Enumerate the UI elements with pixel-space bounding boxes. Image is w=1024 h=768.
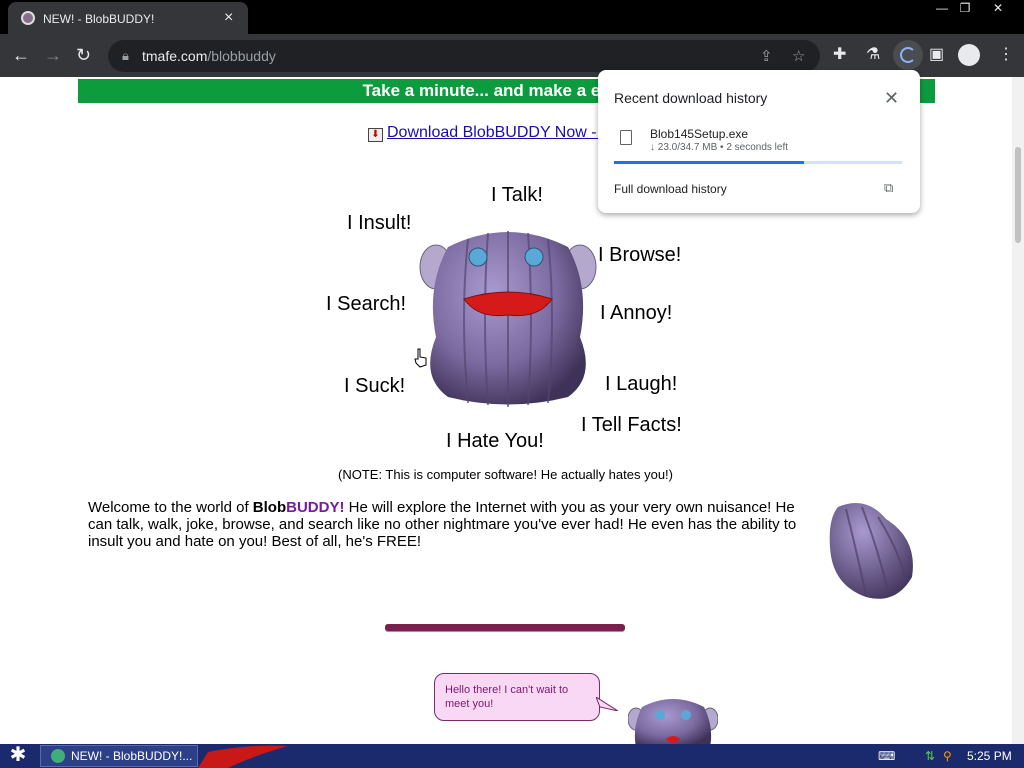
brand-buddy: BUDDY!	[286, 499, 345, 516]
address-bar[interactable]: 🔒︎ tmafe.com/blobbuddy ⇪ ☆	[108, 40, 820, 72]
taskbar: ✱ NEW! - BlobBUDDY!... ⌨ ⇅ ⚲ 5:25 PM	[0, 744, 1024, 768]
hand-cursor-icon	[414, 348, 427, 368]
site-favicon-icon	[21, 11, 35, 25]
welcome-paragraph: Welcome to the world of BlobBUDDY! He wi…	[88, 499, 808, 550]
tab-blobbuddy[interactable]: NEW! - BlobBUDDY! ×	[8, 2, 248, 34]
page-scrollbar[interactable]	[1012, 77, 1024, 744]
taskbar-swoosh-decoration	[198, 745, 288, 768]
download-progress-fill	[614, 161, 805, 164]
share-icon[interactable]: ⇪	[760, 47, 773, 65]
taskbar-browser-item[interactable]: NEW! - BlobBUDDY!...	[40, 745, 198, 767]
search-tray-icon[interactable]: ⚲	[943, 746, 952, 766]
tab-strip: NEW! - BlobBUDDY! × — ❐ ✕	[0, 0, 1024, 34]
word-laugh: I Laugh!	[605, 373, 678, 395]
brand-blob: Blob	[252, 499, 287, 516]
profile-avatar-icon[interactable]	[958, 44, 980, 66]
browser-window: NEW! - BlobBUDDY! × — ❐ ✕ ← → ↻ 🔒︎ tmafe…	[0, 0, 1024, 768]
speech-bubble: Hello there! I can't wait to meet you!	[434, 673, 600, 721]
word-tell-facts: I Tell Facts!	[581, 414, 682, 436]
bookmark-star-icon[interactable]: ☆	[792, 47, 805, 65]
keyboard-icon[interactable]: ⌨	[878, 746, 895, 766]
close-window-button[interactable]: ✕	[985, 0, 1011, 18]
word-annoy: I Annoy!	[600, 302, 673, 324]
small-blobbuddy-image	[628, 699, 718, 744]
word-browse: I Browse!	[598, 244, 682, 266]
popup-title: Recent download history	[614, 90, 768, 106]
full-download-history-link[interactable]: Full download history	[614, 182, 727, 196]
tab-close-icon[interactable]: ×	[224, 9, 233, 27]
labs-flask-icon[interactable]: ⚗	[866, 46, 880, 64]
url-host: tmafe.com	[142, 48, 208, 64]
tab-title: NEW! - BlobBUDDY!	[43, 12, 155, 26]
file-icon	[620, 130, 632, 145]
start-button[interactable]: ✱	[2, 744, 34, 768]
word-suck: I Suck!	[344, 375, 406, 397]
url-path: /blobbuddy	[207, 48, 276, 64]
word-insult: I Insult!	[347, 212, 412, 234]
download-status: ↓ 23.0/34.7 MB • 2 seconds left	[650, 142, 789, 153]
download-history-popup: Recent download history ✕ Blob145Setup.e…	[598, 70, 920, 213]
forward-icon[interactable]: →	[44, 46, 62, 64]
side-panel-icon[interactable]: ▣	[929, 46, 944, 64]
word-search: I Search!	[326, 293, 407, 315]
word-talk: I Talk!	[491, 184, 543, 206]
reload-icon[interactable]: ↻	[76, 46, 91, 64]
download-progress-bar	[614, 161, 902, 164]
downloads-button[interactable]	[893, 40, 923, 70]
open-external-icon[interactable]: ⧉	[884, 180, 893, 196]
welcome-prefix: Welcome to the world of	[88, 499, 253, 516]
menu-icon[interactable]: ⋮	[998, 46, 1014, 64]
speech-tail-shape	[596, 697, 618, 711]
extensions-icon[interactable]: ✚	[833, 46, 846, 64]
download-arrow-icon: ⬇	[368, 128, 383, 142]
download-file-name[interactable]: Blob145Setup.exe	[650, 127, 748, 141]
browser-task-icon	[51, 749, 65, 763]
blobbuddy-character[interactable]	[418, 227, 598, 407]
network-icon[interactable]: ⇅	[925, 746, 935, 766]
taskbar-clock[interactable]: 5:25 PM	[967, 746, 1012, 766]
note-text: (NOTE: This is computer software! He act…	[338, 467, 673, 482]
scrollbar-thumb[interactable]	[1015, 147, 1021, 243]
taskbar-item-label: NEW! - BlobBUDDY!...	[71, 749, 193, 763]
lock-icon[interactable]: 🔒︎	[122, 48, 129, 64]
url-text[interactable]: tmafe.com/blobbuddy	[142, 48, 276, 64]
back-icon[interactable]: ←	[12, 46, 30, 64]
blob-hand-image	[829, 503, 913, 599]
download-progress-icon	[900, 47, 916, 63]
divider	[385, 624, 625, 631]
word-hate-you: I Hate You!	[446, 430, 544, 452]
restore-button[interactable]: ❐	[952, 0, 978, 18]
popup-close-icon[interactable]: ✕	[884, 88, 899, 109]
